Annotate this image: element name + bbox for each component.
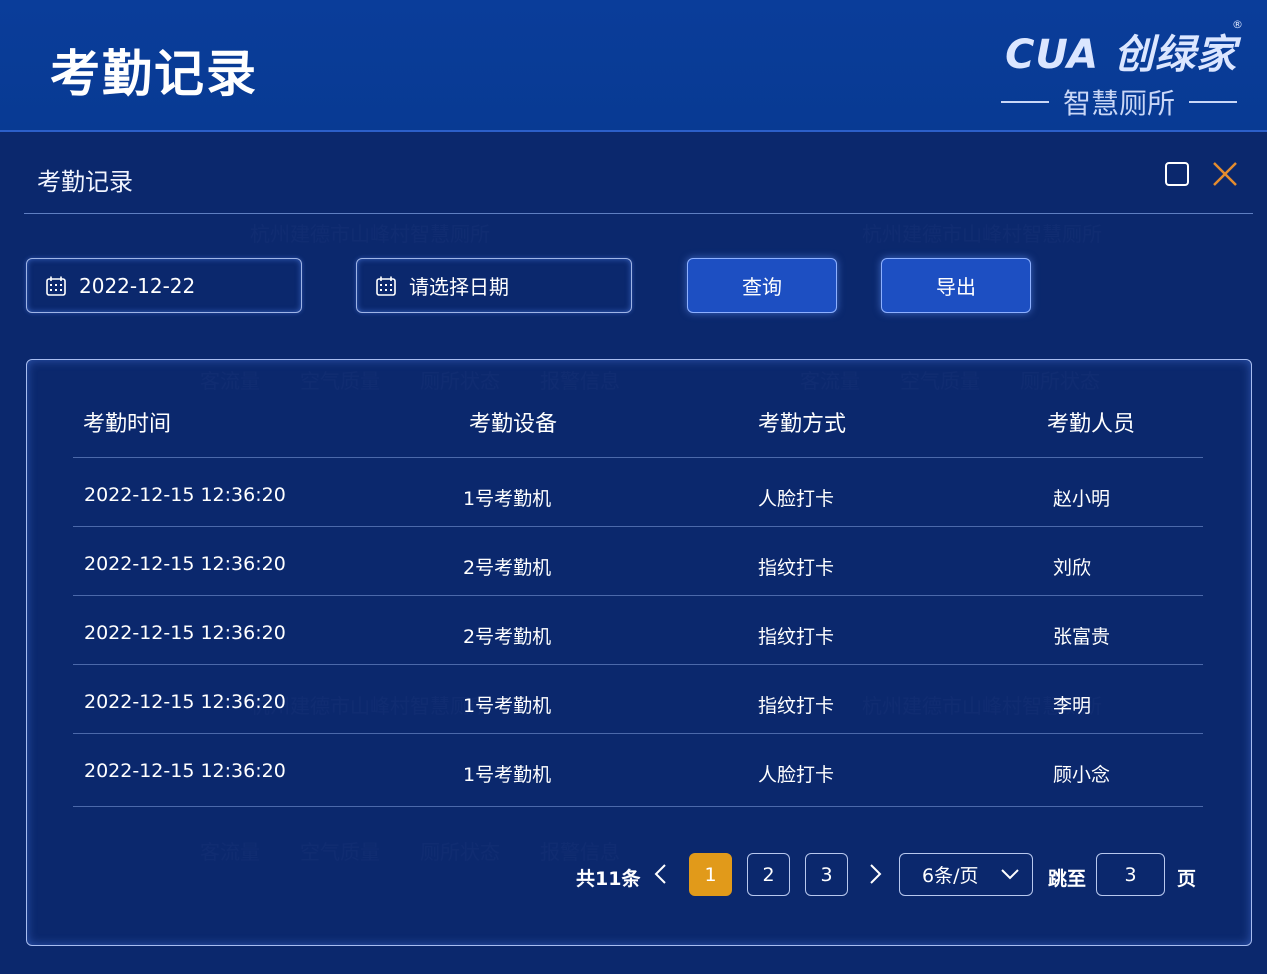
cell-method: 人脸打卡 xyxy=(758,764,835,786)
table-row: 2022-12-15 12:36:20 2号考勤机 指纹打卡 张富贵 xyxy=(73,595,1203,665)
calendar-icon xyxy=(376,276,396,296)
app-header: 考勤记录 CUA 创绿家 ® 智慧厕所 xyxy=(0,0,1267,132)
table-header: 考勤时间 考勤设备 考勤方式 考勤人员 xyxy=(27,360,1251,457)
calendar-icon xyxy=(46,276,66,296)
cell-method: 指纹打卡 xyxy=(758,695,835,717)
table-row: 2022-12-15 12:36:20 1号考勤机 人脸打卡 赵小明 xyxy=(73,457,1203,527)
cell-device: 1号考勤机 xyxy=(463,695,552,717)
cell-device: 1号考勤机 xyxy=(463,488,552,510)
table-row: 2022-12-15 12:36:20 1号考勤机 指纹打卡 李明 xyxy=(73,664,1203,734)
dialog-divider xyxy=(24,213,1253,214)
column-header-device: 考勤设备 xyxy=(469,412,558,437)
cell-method: 人脸打卡 xyxy=(758,488,835,510)
brand-logo: CUA 创绿家 ® 智慧厕所 xyxy=(967,18,1243,120)
cell-person: 李明 xyxy=(1053,695,1092,717)
query-button[interactable]: 查询 xyxy=(687,258,837,313)
cell-person: 刘欣 xyxy=(1053,557,1092,579)
export-button[interactable]: 导出 xyxy=(881,258,1031,313)
chevron-right-icon[interactable] xyxy=(865,862,885,886)
maximize-icon[interactable] xyxy=(1165,162,1189,186)
dialog-title: 考勤记录 xyxy=(37,168,133,196)
cell-time: 2022-12-15 12:36:20 xyxy=(84,760,286,782)
close-icon[interactable] xyxy=(1210,159,1240,189)
page-title: 考勤记录 xyxy=(50,45,258,103)
column-header-person: 考勤人员 xyxy=(1047,412,1136,437)
cell-time: 2022-12-15 12:36:20 xyxy=(84,484,286,506)
start-date-field[interactable]: 2022-12-22 xyxy=(26,258,302,313)
pagination-total: 共11条 xyxy=(576,868,641,890)
cell-device: 2号考勤机 xyxy=(463,626,552,648)
page-button-1[interactable]: 1 xyxy=(689,853,732,896)
end-date-field[interactable]: 请选择日期 xyxy=(356,258,632,313)
cell-time: 2022-12-15 12:36:20 xyxy=(84,691,286,713)
brand-subtitle-text: 智慧厕所 xyxy=(1062,87,1175,120)
cell-person: 张富贵 xyxy=(1053,626,1111,648)
registered-mark: ® xyxy=(1232,18,1243,31)
cell-person: 赵小明 xyxy=(1053,488,1111,510)
table-row: 2022-12-15 12:36:20 2号考勤机 指纹打卡 刘欣 xyxy=(73,526,1203,596)
column-header-method: 考勤方式 xyxy=(758,412,847,437)
page-button-2[interactable]: 2 xyxy=(747,853,790,896)
cell-device: 2号考勤机 xyxy=(463,557,552,579)
brand-logo-text: CUA 创绿家 xyxy=(1005,32,1237,78)
cell-time: 2022-12-15 12:36:20 xyxy=(84,622,286,644)
cell-person: 顾小念 xyxy=(1053,764,1111,786)
jump-label: 跳至 xyxy=(1048,868,1087,890)
cell-method: 指纹打卡 xyxy=(758,557,835,579)
cell-time: 2022-12-15 12:36:20 xyxy=(84,553,286,575)
chevron-left-icon[interactable] xyxy=(651,862,671,886)
page-size-select[interactable]: 6条/页 xyxy=(899,853,1033,896)
end-date-placeholder: 请选择日期 xyxy=(409,275,509,299)
column-header-time: 考勤时间 xyxy=(83,412,172,437)
attendance-dialog: 考勤记录 2022-12-22 请选择日期 查询 导出 考勤时间 考勤设备 考勤… xyxy=(0,132,1267,974)
jump-page-input[interactable] xyxy=(1096,853,1165,896)
page-button-3[interactable]: 3 xyxy=(805,853,848,896)
brand-line-right xyxy=(1189,101,1237,103)
brand-subtitle: 智慧厕所 xyxy=(1000,82,1237,122)
table-row: 2022-12-15 12:36:20 1号考勤机 人脸打卡 顾小念 xyxy=(73,733,1203,803)
attendance-table: 考勤时间 考勤设备 考勤方式 考勤人员 2022-12-15 12:36:20 … xyxy=(26,359,1252,946)
page-size-value: 6条/页 xyxy=(922,865,979,887)
cell-method: 指纹打卡 xyxy=(758,626,835,648)
cell-device: 1号考勤机 xyxy=(463,764,552,786)
start-date-value: 2022-12-22 xyxy=(79,273,196,298)
jump-suffix: 页 xyxy=(1177,868,1197,890)
brand-line-left xyxy=(1000,101,1049,103)
table-bottom-divider xyxy=(73,806,1203,807)
chevron-down-icon xyxy=(1001,869,1019,880)
